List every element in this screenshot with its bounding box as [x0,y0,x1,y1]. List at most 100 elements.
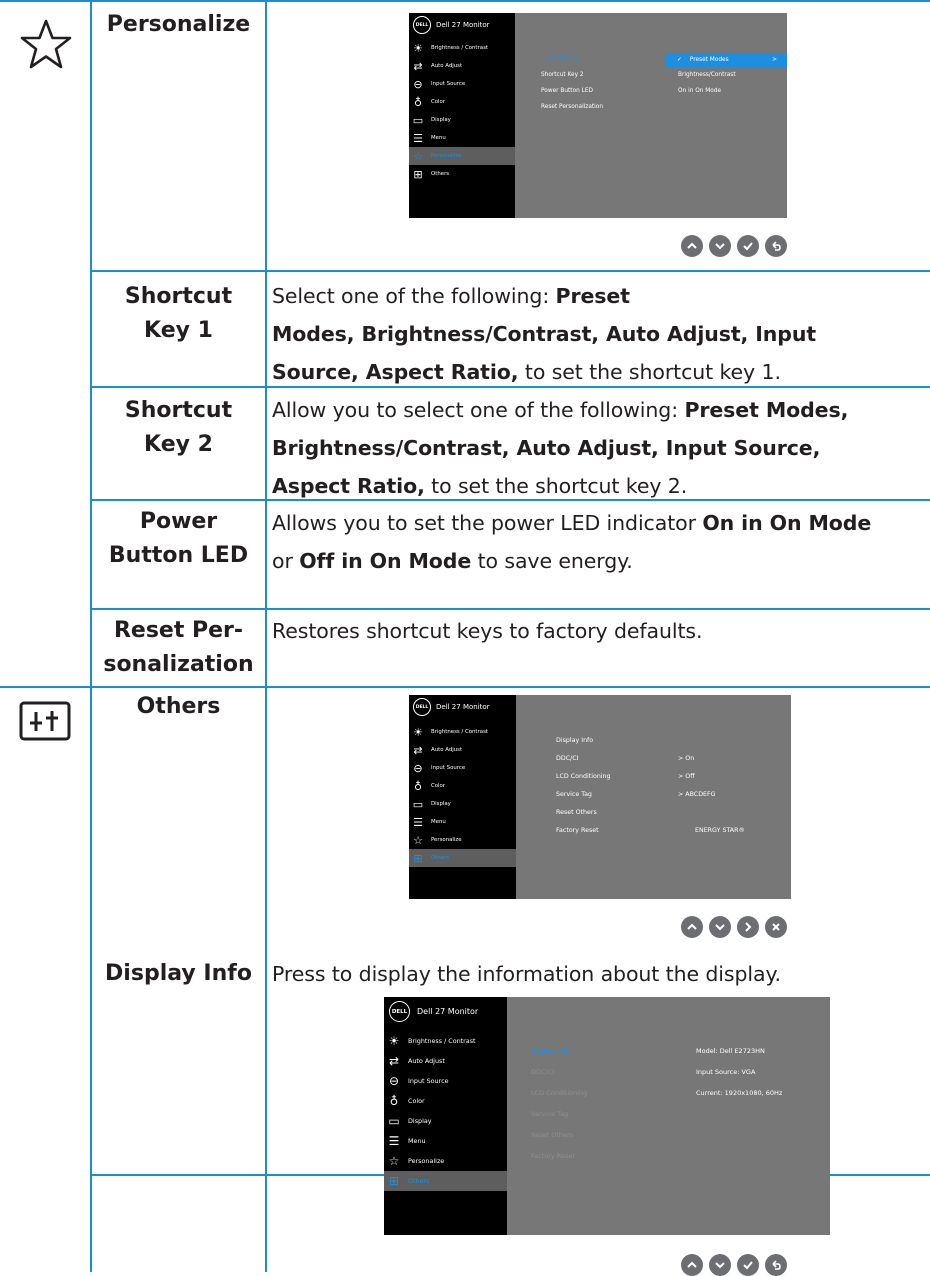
osd-menu-label: Menu [408,1137,426,1145]
osd-sub-item[interactable]: Power Button LED [541,88,593,94]
down-button[interactable] [709,235,731,257]
others-icon: ⊞ [413,851,423,865]
osd-value: Model: Dell E2723HN [696,1047,765,1055]
osd-selected-value[interactable]: ✓ Preset Modes > [665,53,787,67]
feature-display-info-title: Display Info [105,961,252,986]
osd-menu-item[interactable]: ☆ Personalize [409,147,515,165]
osd-menu-item[interactable]: ♁ Color [409,93,515,111]
osd-menu-item[interactable]: ⊖ Input Source [409,759,516,777]
display-icon: ▭ [412,797,424,811]
osd-buttons [681,235,787,257]
back-arrow-icon [772,241,781,251]
osd-value: Current: 1920x1080, 60Hz [696,1089,783,1097]
osd-sub-item[interactable]: Reset Personalization [541,104,603,110]
osd-menu-item[interactable]: ☆ Personalize [409,831,516,849]
osd-value: > ABCDEFG [678,791,716,798]
osd-menu-label: Menu [431,819,446,825]
auto-adjust-icon: ⇄ [413,743,423,757]
osd-menu-item[interactable]: ♁ Color [384,1091,507,1111]
check-icon [743,242,753,251]
up-button[interactable] [681,235,703,257]
osd-menu-item[interactable]: ☰ Menu [409,129,515,147]
feature-shortcut-key-2-title: Shortcut Key 2 [124,398,233,457]
power-button-led-description: Allows you to set the power LED indicato… [272,511,872,573]
osd-sub-item[interactable]: Service Tag [531,1110,568,1118]
osd-sub-item[interactable]: Shortcut Key 2 [541,72,584,78]
osd-menu-item[interactable]: ⊞ Others [409,849,516,867]
up-button[interactable] [681,1254,703,1276]
osd-menu-label: Brightness / Contrast [408,1037,476,1045]
back-button[interactable] [765,235,787,257]
others-icon [19,701,71,746]
menu-icon: ☰ [413,815,423,829]
others-icon: ⊞ [413,167,423,181]
osd-menu-item[interactable]: ▭ Display [409,795,516,813]
osd-menu-item[interactable]: ☀ Brightness / Contrast [384,1031,507,1051]
osd-menu-label: Brightness / Contrast [431,729,488,735]
osd-menu-item[interactable]: ☀ Brightness / Contrast [409,723,516,741]
osd-sub-item[interactable]: Reset Others [531,1131,573,1139]
osd-menu-item[interactable]: ☆ Personalize [384,1151,507,1171]
brightness-icon: ☀ [413,41,423,55]
osd-sub-item[interactable]: Factory Reset [556,827,599,834]
input-source-icon: ⊖ [413,77,423,91]
osd-menu-label: Auto Adjust [431,63,463,69]
check-button[interactable] [737,1254,759,1276]
osd-sub-item[interactable]: Service Tag [556,791,592,798]
input-source-icon: ⊖ [413,761,423,775]
osd-menu-item[interactable]: ⊖ Input Source [384,1071,507,1091]
back-button[interactable] [765,1254,787,1276]
osd-menu-item[interactable]: ▭ Display [384,1111,507,1131]
chevron-right-icon [745,922,752,932]
color-icon: ♁ [413,95,423,109]
osd-menu-label: Others [408,1177,430,1185]
osd-menu-item[interactable]: ⊖ Input Source [409,75,515,93]
osd-sub-item[interactable]: DDC/CI [556,755,578,762]
osd-sub-item[interactable]: Shortcut Key 1 [541,56,584,62]
chevron-up-icon [687,1261,697,1268]
down-button[interactable] [709,1254,731,1276]
up-button[interactable] [681,916,703,938]
osd-menu-item[interactable]: ⊞ Others [384,1171,507,1191]
osd-menu-label: Personalize [408,1157,445,1165]
osd-sub-item[interactable]: LCD Conditioning [556,773,611,780]
color-icon: ♁ [413,779,423,793]
osd-menu-item[interactable]: ☀ Brightness / Contrast [409,39,515,57]
osd-sub-item[interactable]: Reset Others [556,809,597,816]
close-button[interactable] [765,916,787,938]
osd-title: Dell 27 Monitor [436,703,490,711]
osd-menu-item[interactable]: ⊞ Others [409,165,515,183]
osd-display-info: DELL Dell 27 Monitor ☀ Brightness / Contr… [384,997,830,1235]
osd-menu-item[interactable]: ☰ Menu [384,1131,507,1151]
osd-menu-item[interactable]: ▭ Display [409,111,515,129]
osd-menu-item[interactable]: ⇄ Auto Adjust [384,1051,507,1071]
dell-logo: DELL [413,16,431,34]
osd-value: > Off [678,773,695,780]
auto-adjust-icon: ⇄ [388,1054,400,1068]
osd-menu-item[interactable]: ♁ Color [409,777,516,795]
grid-line [0,686,930,688]
osd-sub-item[interactable]: Factory Reset [531,1152,575,1160]
osd-sub-item[interactable]: DDC/CI [531,1068,554,1076]
osd-menu-label: Color [431,99,446,105]
osd-menu-label: Input Source [431,81,466,87]
osd-value: Brightness/Contrast [678,72,736,78]
brightness-icon: ☀ [413,725,423,739]
display-icon: ▭ [412,113,424,127]
osd-menu-label: Brightness / Contrast [431,45,488,51]
osd-menu-item[interactable]: ⇄ Auto Adjust [409,741,516,759]
chevron-up-icon [687,242,697,249]
osd-sub-item[interactable]: Display Info [531,1047,569,1055]
osd-menu-label: Personalize [431,153,462,159]
osd-menu-item[interactable]: ⇄ Auto Adjust [409,57,515,75]
grid-line [265,0,267,1272]
osd-sub-item[interactable]: LCD Conditioning [531,1089,587,1097]
down-button[interactable] [709,916,731,938]
feature-personalize-title: Personalize [106,12,251,37]
osd-title: Dell 27 Monitor [417,1007,479,1016]
osd-menu-item[interactable]: ☰ Menu [409,813,516,831]
check-button[interactable] [737,235,759,257]
right-button[interactable] [737,916,759,938]
reset-personalization-description: Restores shortcut keys to factory defaul… [272,619,703,643]
osd-sub-item[interactable]: Display Info [556,737,593,744]
